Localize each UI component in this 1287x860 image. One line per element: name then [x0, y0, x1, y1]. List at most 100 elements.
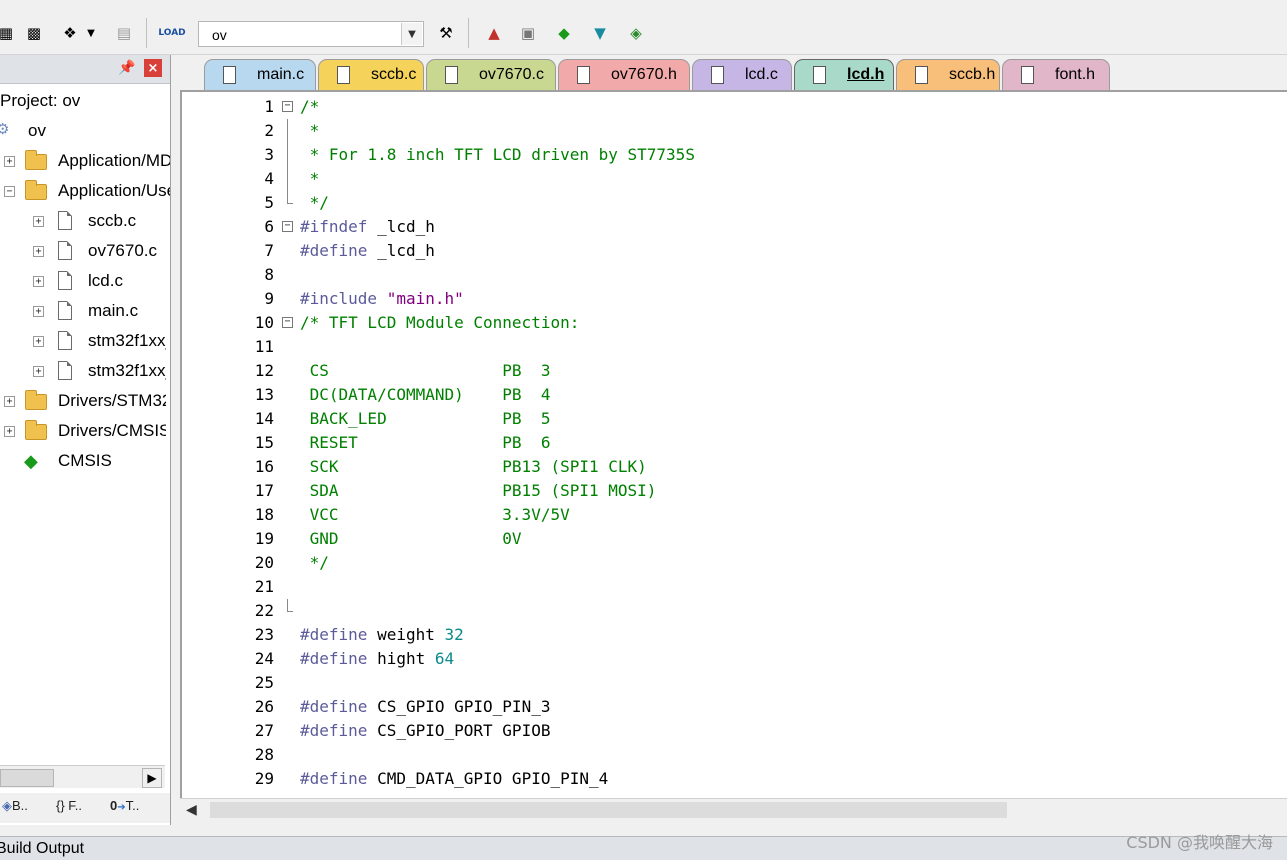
project-root[interactable]: Project: ov	[0, 88, 80, 114]
code-line[interactable]: 25	[182, 671, 1282, 695]
tree-folder[interactable]: + Drivers/CMSIS	[0, 418, 166, 444]
tree-folder[interactable]: + Application/MDK-ARM	[0, 148, 170, 174]
tab-ov7670-c[interactable]: ov7670.c	[426, 59, 556, 90]
tree-item-label: ov7670.c	[88, 241, 157, 260]
code-line[interactable]: 10−/* TFT LCD Module Connection:	[182, 311, 1282, 335]
tree-file[interactable]: + ov7670.c	[0, 238, 170, 264]
tree-file[interactable]: + lcd.c	[0, 268, 170, 294]
pin-icon[interactable]: 📌	[118, 60, 135, 76]
expand-icon[interactable]: +	[4, 156, 15, 167]
chevron-down-icon[interactable]: ▼	[84, 22, 98, 44]
tree-file[interactable]: + main.c	[0, 298, 170, 324]
close-icon[interactable]: ×	[144, 59, 162, 77]
code-text: *	[300, 121, 320, 140]
expand-icon[interactable]: +	[33, 306, 44, 317]
file-icon	[1021, 66, 1034, 84]
code-line[interactable]: 16 SCK PB13 (SPI1 CLK)	[182, 455, 1282, 479]
line-number: 20	[254, 553, 274, 572]
code-editor[interactable]: 1−/* 2 * 3 * For 1.8 inch TFT LCD driven b…	[180, 90, 1287, 802]
load-button[interactable]: LOAD	[158, 22, 185, 44]
tab-lcd-h[interactable]: lcd.h	[794, 59, 894, 90]
project-target[interactable]: ⚙ ov	[0, 118, 170, 144]
options-icon[interactable]: ▩	[22, 22, 46, 44]
code-line[interactable]: 20 */	[182, 551, 1282, 575]
code-line[interactable]: 19 GND 0V	[182, 527, 1282, 551]
code-line[interactable]: 3 * For 1.8 inch TFT LCD driven by ST773…	[182, 143, 1282, 167]
tree-file[interactable]: + sccb.c	[0, 208, 170, 234]
code-line[interactable]: 21	[182, 575, 1282, 599]
scroll-left-icon[interactable]: ◀	[186, 802, 197, 818]
separator	[468, 18, 469, 48]
chevron-down-icon[interactable]: ▼	[401, 23, 422, 45]
expand-icon[interactable]: +	[33, 366, 44, 377]
code-line[interactable]: 27 #define CS_GPIO_PORT GPIOB	[182, 719, 1282, 743]
code-line[interactable]: 17 SDA PB15 (SPI1 MOSI)	[182, 479, 1282, 503]
code-text: GND 0V	[300, 529, 522, 548]
tree-file[interactable]: + stm32f1xx_it.c	[0, 328, 166, 354]
tab-sccb-c[interactable]: sccb.c	[318, 59, 424, 90]
project-panel: 📌 × Project: ov ⚙ ov + Application/MDK-A…	[0, 55, 171, 825]
code-line[interactable]: 26 #define CS_GPIO GPIO_PIN_3	[182, 695, 1282, 719]
file-extensions-icon[interactable]: ▲	[482, 22, 506, 44]
expand-icon[interactable]: +	[4, 426, 15, 437]
code-line[interactable]: 28	[182, 743, 1282, 767]
scrollbar-thumb[interactable]	[0, 769, 54, 787]
code-line[interactable]: 14 BACK_LED PB 5	[182, 407, 1282, 431]
editor-hscrollbar[interactable]: ◀	[180, 798, 1287, 821]
expand-icon[interactable]: +	[33, 246, 44, 257]
code-line[interactable]: 4 *	[182, 167, 1282, 191]
tab-sccb-h[interactable]: sccb.h	[896, 59, 1000, 90]
manage-project-items-icon[interactable]: ▣	[516, 22, 540, 44]
code-line[interactable]: 9 #include "main.h"	[182, 287, 1282, 311]
tab-templates[interactable]: 0➔T..	[110, 798, 139, 813]
tab-main-c[interactable]: main.c	[204, 59, 316, 90]
code-line[interactable]: 22	[182, 599, 1282, 623]
project-hscrollbar[interactable]: ▶	[0, 765, 165, 788]
scroll-right-icon[interactable]: ▶	[142, 768, 162, 788]
code-line[interactable]: 15 RESET PB 6	[182, 431, 1282, 455]
expand-icon[interactable]: +	[33, 216, 44, 227]
code-line[interactable]: 18 VCC 3.3V/5V	[182, 503, 1282, 527]
tree-folder[interactable]: + Drivers/STM32F1xx_HAL_Driver	[0, 388, 166, 414]
code-line[interactable]: 1−/*	[182, 95, 1282, 119]
batch-build-icon[interactable]: ▦	[0, 22, 18, 44]
fold-guide-end	[287, 203, 293, 204]
tree-folder[interactable]: − Application/User	[0, 178, 170, 204]
tree-file[interactable]: + stm32f1xx_hal_msp.c	[0, 358, 166, 384]
expand-icon[interactable]: +	[33, 336, 44, 347]
code-line[interactable]: 2 *	[182, 119, 1282, 143]
tab-font-h[interactable]: font.h	[1002, 59, 1110, 90]
fold-collapse-icon[interactable]: −	[282, 101, 293, 112]
tab-books[interactable]: ◈B..	[2, 798, 28, 814]
code-line[interactable]: 6− #ifndef _lcd_h	[182, 215, 1282, 239]
fold-collapse-icon[interactable]: −	[282, 221, 293, 232]
select-packs-icon[interactable]: ▼	[588, 22, 612, 44]
code-line[interactable]: 11	[182, 335, 1282, 359]
code-line[interactable]: 29 #define CMD_DATA_GPIO GPIO_PIN_4	[182, 767, 1282, 791]
manage-components-icon[interactable]: ❖	[58, 22, 82, 44]
target-select[interactable]: ov ▼	[198, 21, 424, 47]
code-line[interactable]: 7 #define _lcd_h	[182, 239, 1282, 263]
run-time-environment-icon[interactable]: ◈	[624, 22, 648, 44]
pack-installer-icon[interactable]: ◆	[552, 22, 576, 44]
fold-collapse-icon[interactable]: −	[282, 317, 293, 328]
project-root-label: Project: ov	[0, 91, 81, 110]
scrollbar-thumb[interactable]	[210, 802, 1007, 818]
expand-icon[interactable]: +	[4, 396, 15, 407]
expand-icon[interactable]: +	[33, 276, 44, 287]
code-line[interactable]: 12 CS PB 3	[182, 359, 1282, 383]
code-line[interactable]: 13 DC(DATA/COMMAND) PB 4	[182, 383, 1282, 407]
watermark: CSDN @我唤醒大海	[1126, 833, 1273, 852]
tab-lcd-c[interactable]: lcd.c	[692, 59, 792, 90]
code-line[interactable]: 23 #define weight 32	[182, 623, 1282, 647]
code-line[interactable]: 24 #define hight 64	[182, 647, 1282, 671]
tab-ov7670-h[interactable]: ov7670.h	[558, 59, 690, 90]
code-line[interactable]: 5 */	[182, 191, 1282, 215]
code-line[interactable]: 8	[182, 263, 1282, 287]
tab-functions[interactable]: {} F..	[56, 798, 82, 813]
separator	[146, 18, 147, 48]
tree-component[interactable]: ◆ CMSIS	[0, 448, 166, 474]
collapse-icon[interactable]: −	[4, 186, 15, 197]
line-number: 22	[254, 601, 274, 620]
target-options-icon[interactable]: ⚒	[434, 22, 458, 44]
